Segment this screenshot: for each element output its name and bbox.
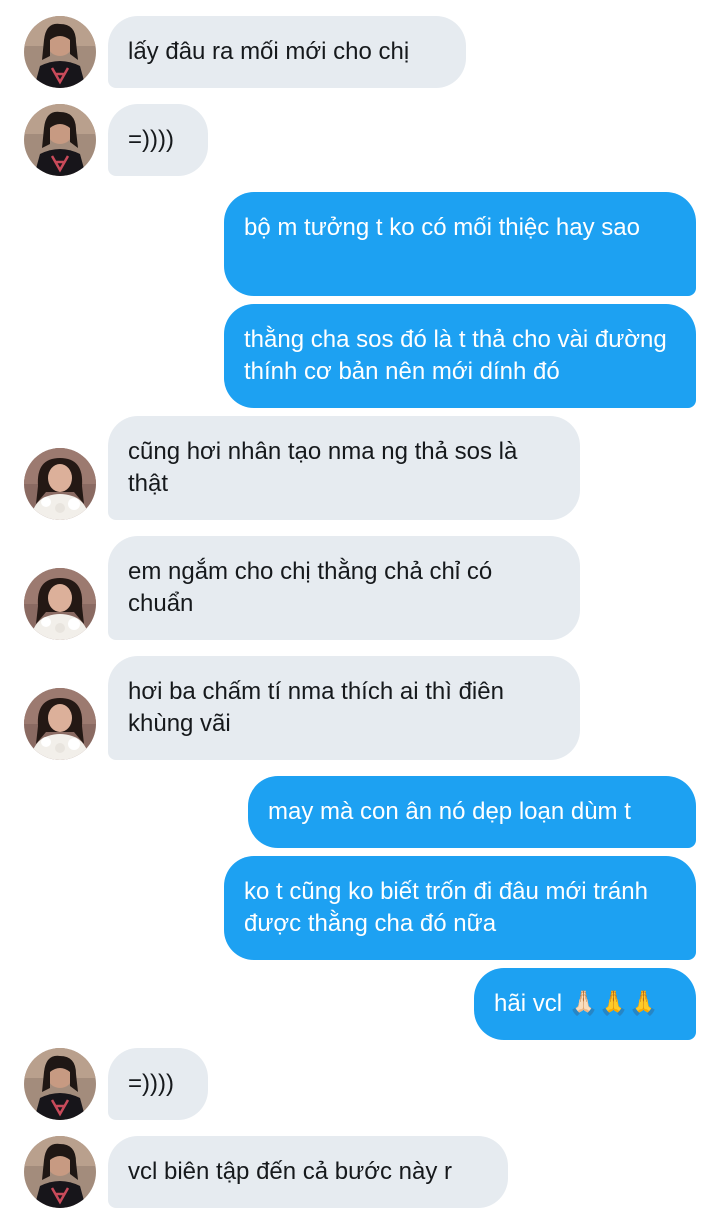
girl-white-top-avatar[interactable]	[24, 448, 96, 520]
incoming-message-bubble[interactable]: hơi ba chấm tí nma thích ai thì điên khù…	[108, 656, 580, 760]
girl-black-shirt-avatar[interactable]	[24, 104, 96, 176]
incoming-message-bubble[interactable]: =))))	[108, 104, 208, 176]
outgoing-message-bubble[interactable]: may mà con ân nó dẹp loạn dùm t	[248, 776, 696, 848]
dm-thread: lấy đâu ra mối mới cho chị =)))) bộ m tư…	[0, 0, 720, 1217]
girl-white-top-avatar[interactable]	[24, 568, 96, 640]
incoming-message-bubble[interactable]: lấy đâu ra mối mới cho chị	[108, 16, 466, 88]
outgoing-message-bubble[interactable]: thằng cha sos đó là t thả cho vài đường …	[224, 304, 696, 408]
incoming-message-bubble[interactable]: =))))	[108, 1048, 208, 1120]
incoming-message-bubble[interactable]: em ngắm cho chị thằng chả chỉ có chuẩn	[108, 536, 580, 640]
outgoing-message-bubble[interactable]: ko t cũng ko biết trốn đi đâu mới tránh …	[224, 856, 696, 960]
girl-black-shirt-avatar[interactable]	[24, 1136, 96, 1208]
girl-black-shirt-avatar[interactable]	[24, 1048, 96, 1120]
incoming-message-bubble[interactable]: vcl biên tập đến cả bước này r	[108, 1136, 508, 1208]
girl-white-top-avatar[interactable]	[24, 688, 96, 760]
girl-black-shirt-avatar[interactable]	[24, 16, 96, 88]
outgoing-message-bubble[interactable]: bộ m tưởng t ko có mối thiệc hay sao	[224, 192, 696, 296]
outgoing-message-bubble[interactable]: hãi vcl 🙏🏻🙏🙏	[474, 968, 696, 1040]
incoming-message-bubble[interactable]: cũng hơi nhân tạo nma ng thả sos là thật	[108, 416, 580, 520]
